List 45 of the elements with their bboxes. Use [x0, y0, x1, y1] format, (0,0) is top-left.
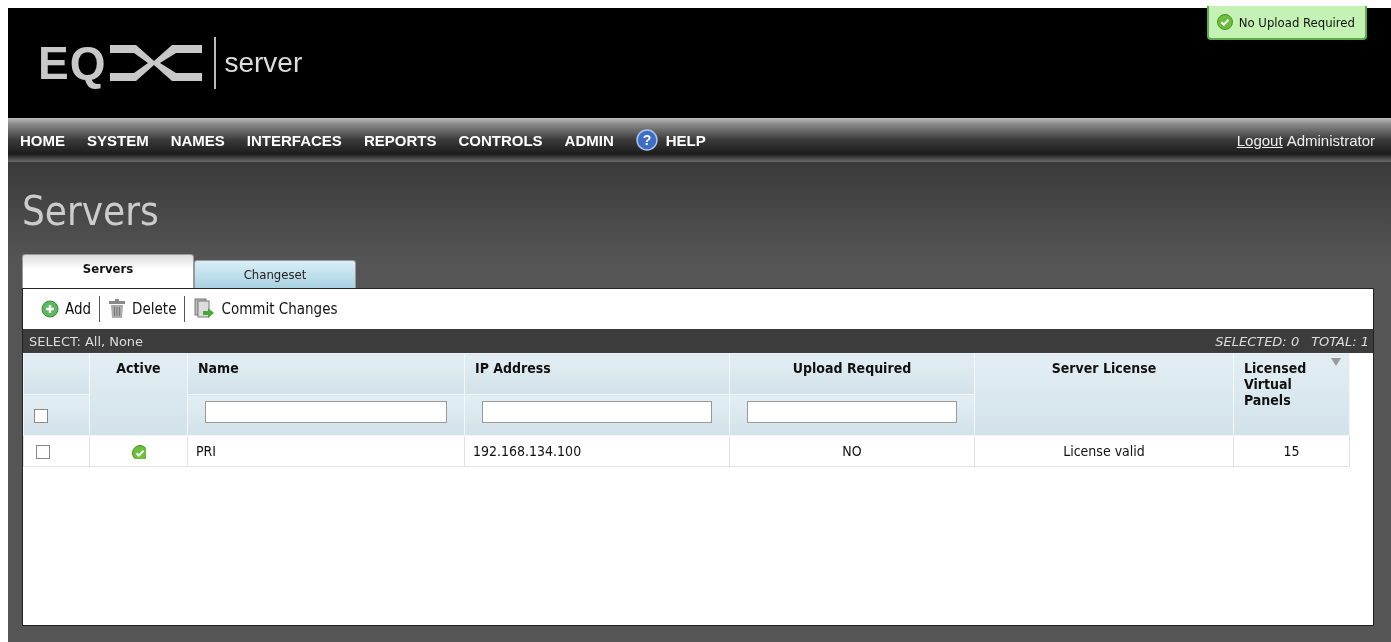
nav-item[interactable]: REPORTS [363, 131, 437, 149]
document-arrow-icon [193, 298, 216, 320]
total-count: TOTAL: 1 [1311, 333, 1369, 349]
trash-icon [108, 299, 127, 319]
selected-count: SELECTED: 0 [1215, 333, 1300, 349]
help-icon: ? [635, 129, 658, 151]
page-title: Servers [22, 188, 160, 234]
add-button[interactable]: Add [41, 300, 92, 318]
table-cell: License valid [974, 435, 1234, 467]
commit-button[interactable]: Commit Changes [193, 298, 338, 320]
select-none-link[interactable]: None [109, 333, 144, 349]
nav-item[interactable]: ADMIN [564, 131, 614, 149]
nav-item[interactable]: SYSTEM [87, 131, 149, 149]
checkbox[interactable] [36, 445, 50, 459]
table-cell: 192.168.134.100 [464, 435, 730, 467]
logo-text: EQ [38, 36, 107, 90]
tab[interactable]: Changeset [194, 260, 356, 288]
select-all-link[interactable]: All [84, 333, 102, 349]
column-header[interactable]: Server License [1051, 360, 1157, 376]
upload-status-badge: No Upload Required [1206, 6, 1367, 40]
nav-item[interactable]: CONTROLS [458, 131, 543, 149]
table-cell: 15 [1233, 435, 1350, 467]
table-cell: NO [729, 435, 975, 467]
tab[interactable]: Servers [22, 254, 194, 288]
table-cell: PRI [187, 435, 465, 467]
select-label: SELECT: [29, 333, 81, 349]
product-name: server [224, 47, 303, 79]
filter-field[interactable] [205, 401, 447, 423]
column-header[interactable]: Upload Required [792, 360, 912, 376]
nav-item[interactable]: HELP [665, 131, 706, 149]
filter-field[interactable] [482, 401, 712, 423]
add-icon [41, 300, 59, 318]
nav-item[interactable]: INTERFACES [246, 131, 342, 149]
checkbox[interactable] [34, 409, 48, 423]
nav-item[interactable]: HOME [20, 131, 65, 149]
user-name: Administrator [1286, 131, 1375, 149]
column-header[interactable]: IP Address [475, 360, 551, 376]
column-header[interactable]: Name [198, 360, 239, 376]
logout-link[interactable]: Logout [1236, 131, 1283, 149]
nav-item[interactable]: NAMES [170, 131, 225, 149]
filter-field[interactable] [747, 401, 957, 423]
column-header[interactable]: Active [116, 360, 161, 376]
comma-separator: , [101, 333, 106, 349]
delete-button[interactable]: Delete [108, 299, 177, 319]
sort-icon[interactable] [1331, 358, 1341, 366]
